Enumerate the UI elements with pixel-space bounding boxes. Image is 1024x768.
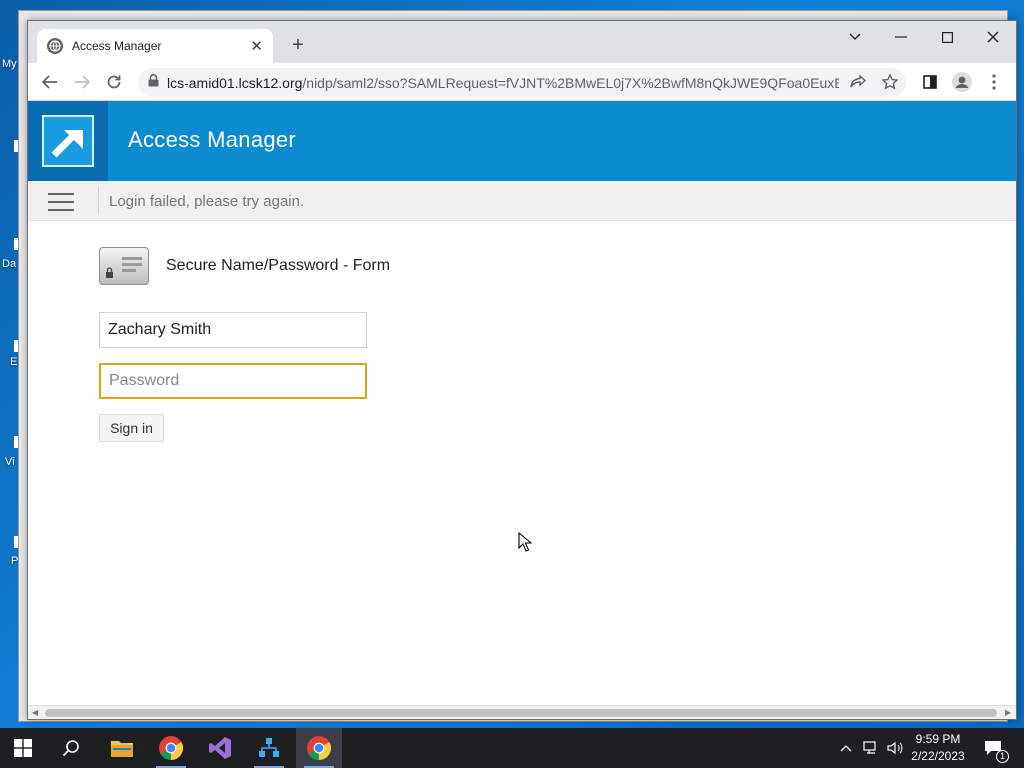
taskbar: 9:59 PM 2/22/2023 1 xyxy=(0,728,1024,768)
visual-studio-button[interactable] xyxy=(197,728,243,768)
notification-center-icon[interactable]: 1 xyxy=(978,728,1010,768)
forward-button[interactable] xyxy=(69,70,95,94)
brand-title: Access Manager xyxy=(128,127,297,152)
sign-in-button[interactable]: Sign in xyxy=(99,414,164,442)
new-tab-button[interactable]: + xyxy=(286,33,310,57)
password-field[interactable] xyxy=(99,363,367,399)
maximize-button[interactable] xyxy=(932,25,962,49)
minimize-button[interactable] xyxy=(886,25,916,49)
network-app-icon xyxy=(259,738,279,757)
network-app-button[interactable] xyxy=(246,728,292,768)
form-title: Secure Name/Password - Form xyxy=(166,257,391,274)
browser-titlebar: Access Manager ✕ + xyxy=(28,21,1016,63)
clock-date: 2/22/2023 xyxy=(911,749,965,763)
clock-time: 9:59 PM xyxy=(915,732,961,746)
header-banner: Access Manager xyxy=(28,101,1016,181)
address-bar[interactable]: lcs-amid01.lcsk12.org/nidp/saml2/sso?SAM… xyxy=(138,68,906,97)
chrome-icon xyxy=(307,736,332,760)
windows-logo-icon xyxy=(14,739,32,757)
reload-button[interactable] xyxy=(101,70,127,94)
browser-tab[interactable]: Access Manager ✕ xyxy=(37,29,273,63)
network-icon[interactable] xyxy=(860,728,882,768)
desktop-icon-label[interactable]: E xyxy=(10,356,17,368)
url-text[interactable]: lcs-amid01.lcsk12.org/nidp/saml2/sso?SAM… xyxy=(167,75,839,91)
notification-count-badge: 1 xyxy=(996,750,1010,763)
bookmark-star-icon[interactable] xyxy=(881,73,899,95)
tab-search-chevron-icon[interactable] xyxy=(840,25,870,49)
desktop-icon-label[interactable]: My xyxy=(2,58,17,70)
scrollbar-thumb[interactable] xyxy=(45,709,997,717)
username-field[interactable] xyxy=(99,312,367,348)
volume-icon[interactable] xyxy=(884,728,906,768)
browser-toolbar: lcs-amid01.lcsk12.org/nidp/saml2/sso?SAM… xyxy=(28,63,1016,101)
scroll-left-icon[interactable]: ◀ xyxy=(32,708,38,717)
chrome-taskbar-button[interactable] xyxy=(148,728,194,768)
horizontal-scrollbar[interactable]: ◀ ▶ xyxy=(28,705,1016,719)
id-card-icon xyxy=(99,247,149,285)
show-hidden-icons-chevron-icon[interactable] xyxy=(836,728,856,768)
chrome-icon xyxy=(159,736,184,760)
tab-title: Access Manager xyxy=(72,39,162,53)
page-content: Access Manager Login failed, please try … xyxy=(28,101,1016,705)
mouse-cursor-icon xyxy=(518,532,532,552)
search-icon xyxy=(62,740,79,757)
chrome-active-taskbar-button[interactable] xyxy=(296,728,342,768)
side-panel-icon[interactable] xyxy=(917,70,943,94)
divider xyxy=(98,187,99,215)
start-button[interactable] xyxy=(0,728,46,768)
lock-icon[interactable] xyxy=(148,73,159,92)
back-button[interactable] xyxy=(37,70,63,94)
folder-icon xyxy=(111,741,133,757)
profile-avatar-icon[interactable] xyxy=(949,70,975,94)
hamburger-menu-icon[interactable] xyxy=(48,193,74,211)
visual-studio-icon xyxy=(209,737,231,759)
system-clock[interactable]: 9:59 PM 2/22/2023 xyxy=(905,731,971,765)
status-bar: Login failed, please try again. xyxy=(28,181,1016,221)
scroll-right-icon[interactable]: ▶ xyxy=(1005,708,1011,717)
tab-close-icon[interactable]: ✕ xyxy=(250,39,263,54)
share-icon[interactable] xyxy=(850,74,867,95)
login-status-message: Login failed, please try again. xyxy=(109,193,305,210)
logo-arrow-icon xyxy=(42,115,94,167)
search-button[interactable] xyxy=(48,728,94,768)
access-manager-logo xyxy=(28,101,108,181)
browser-window: Access Manager ✕ + lcs-amid01.lcsk12.org… xyxy=(27,20,1017,720)
desktop-icon-label[interactable]: Vi xyxy=(5,456,15,468)
kebab-menu-icon[interactable] xyxy=(981,70,1007,94)
close-window-button[interactable] xyxy=(978,25,1008,49)
desktop-icon-label[interactable]: Da xyxy=(2,258,16,270)
file-explorer-button[interactable] xyxy=(99,728,145,768)
globe-icon xyxy=(47,38,63,54)
